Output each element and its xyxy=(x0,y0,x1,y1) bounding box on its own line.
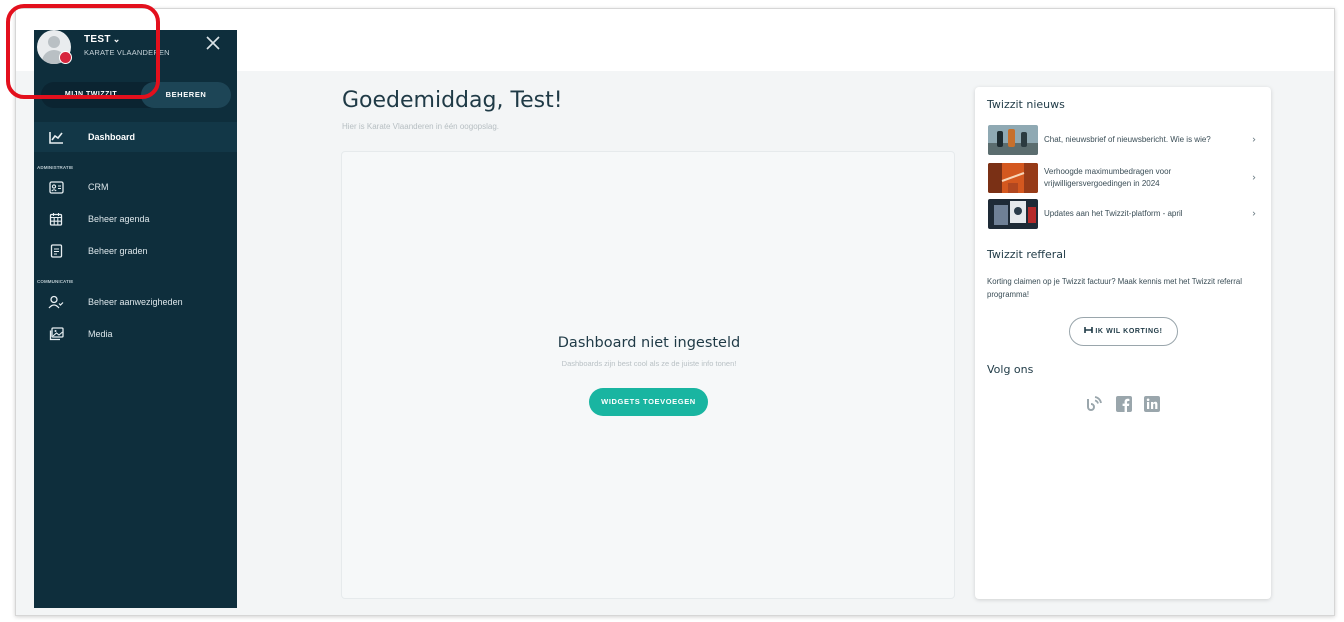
social-link-linkedin[interactable] xyxy=(1143,395,1161,413)
right-info-card: Twizzit nieuws Chat, nieuwsbrief of nieu… xyxy=(975,87,1271,599)
facebook-icon xyxy=(1116,396,1132,412)
calendar-icon xyxy=(48,211,64,227)
claim-discount-button[interactable]: IK WIL KORTING! xyxy=(1069,317,1178,346)
sidebar-item-beheer-aanwezigheden[interactable]: Beheer aanwezigheden xyxy=(34,287,237,317)
dashboard-empty-title: Dashboard niet ingesteld xyxy=(557,335,741,351)
news-item[interactable]: Updates aan het Twizzit-platform - april… xyxy=(988,199,1260,229)
organization-name: KARATE VLAANDEREN xyxy=(84,48,170,57)
user-check-icon xyxy=(48,294,64,310)
dashboard-empty-subtitle: Dashboards zijn best cool als ze de juis… xyxy=(561,359,737,368)
social-link-blog[interactable] xyxy=(1085,395,1103,413)
user-menu-toggle[interactable]: TEST ⌄ xyxy=(84,34,121,45)
photos-icon xyxy=(48,326,64,342)
sidebar-tabs: MIJN TWIZZIT BEHEREN xyxy=(41,82,231,108)
page-title: Goedemiddag, Test! xyxy=(342,88,563,113)
close-icon xyxy=(206,36,220,50)
sidebar-item-beheer-agenda[interactable]: Beheer agenda xyxy=(34,204,237,234)
discount-icon xyxy=(1084,327,1094,333)
add-widgets-button[interactable]: WIDGETS TOEVOEGEN xyxy=(589,388,708,416)
tab-beheren[interactable]: BEHEREN xyxy=(141,82,231,108)
chevron-right-icon: › xyxy=(1252,172,1256,184)
news-heading: Twizzit nieuws xyxy=(987,98,1065,111)
user-name: TEST xyxy=(84,34,111,45)
news-thumbnail xyxy=(988,163,1038,193)
section-label-communicatie: COMMUNICATIE xyxy=(37,279,74,284)
news-item[interactable]: Chat, nieuwsbrief of nieuwsbericht. Wie … xyxy=(988,125,1260,155)
linkedin-icon xyxy=(1144,396,1160,412)
organization-badge-icon xyxy=(59,51,72,64)
chevron-down-icon: ⌄ xyxy=(112,34,121,44)
sidebar-item-label: Beheer agenda xyxy=(88,214,150,224)
chevron-right-icon: › xyxy=(1252,208,1256,220)
sidebar-item-label: CRM xyxy=(88,182,109,192)
news-item-text: Chat, nieuwsbrief of nieuwsbericht. Wie … xyxy=(1044,135,1211,144)
chevron-right-icon: › xyxy=(1252,134,1256,146)
page-subtitle: Hier is Karate Vlaanderen in één oogopsl… xyxy=(342,122,499,131)
sidebar-item-label: Media xyxy=(88,329,113,339)
claim-discount-label: IK WIL KORTING! xyxy=(1095,328,1163,335)
sidebar-item-label: Beheer aanwezigheden xyxy=(88,297,183,307)
feed-icon xyxy=(1087,396,1102,411)
dashboard-panel: Dashboard niet ingesteld Dashboards zijn… xyxy=(341,151,955,599)
referral-heading: Twizzit refferal xyxy=(987,248,1067,261)
chart-line-icon xyxy=(48,129,64,145)
contact-card-icon xyxy=(48,179,64,195)
news-item-text: Updates aan het Twizzit-platform - april xyxy=(1044,209,1183,218)
sidebar-item-crm[interactable]: CRM xyxy=(34,172,237,202)
sidebar-item-dashboard[interactable]: Dashboard xyxy=(34,122,237,152)
sidebar: TEST ⌄ KARATE VLAANDEREN MIJN TWIZZIT BEH… xyxy=(34,30,237,608)
sidebar-item-beheer-graden[interactable]: Beheer graden xyxy=(34,236,237,266)
avatar-head-shape xyxy=(48,36,60,48)
document-icon xyxy=(48,243,64,259)
close-sidebar-button[interactable] xyxy=(204,34,222,52)
news-thumbnail xyxy=(988,125,1038,155)
news-item-text: Verhoogde maximumbedragen voor vrijwilli… xyxy=(1044,167,1172,188)
news-item[interactable]: Verhoogde maximumbedragen voor vrijwilli… xyxy=(988,163,1260,193)
referral-text: Korting claimen op je Twizzit factuur? M… xyxy=(987,277,1242,299)
sidebar-item-media[interactable]: Media xyxy=(34,319,237,349)
sidebar-header: TEST ⌄ KARATE VLAANDEREN xyxy=(34,30,237,76)
news-thumbnail xyxy=(988,199,1038,229)
sidebar-item-label: Dashboard xyxy=(88,132,136,142)
sidebar-item-label: Beheer graden xyxy=(88,246,148,256)
section-label-administratie: ADMINISTRATIE xyxy=(37,165,74,170)
follow-heading: Volg ons xyxy=(987,363,1034,376)
tab-mijn-twizzit[interactable]: MIJN TWIZZIT xyxy=(41,82,141,108)
social-link-facebook[interactable] xyxy=(1115,395,1133,413)
